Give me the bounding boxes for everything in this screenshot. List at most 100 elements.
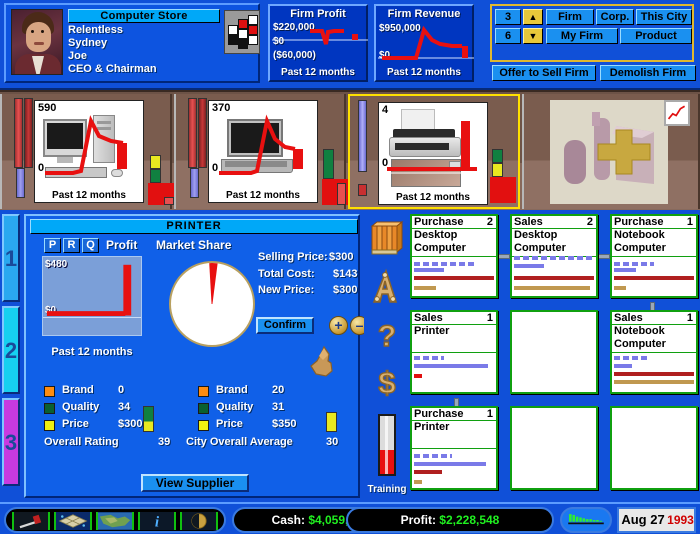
- floor-tab-3[interactable]: 3: [2, 398, 20, 486]
- profit-display: Profit: $2,228,548: [346, 507, 554, 533]
- business-card[interactable]: Purchase 1 Notebook Computer: [610, 214, 698, 298]
- product-detail-panel: PRINTER P R Q Profit $480 $0 Past 12 mon…: [24, 214, 369, 498]
- firm-profit-chart[interactable]: Firm Profit $220,000 $0 ($60,000) Past 1…: [268, 4, 368, 82]
- overall-rating-label-mine: Overall Rating: [44, 436, 119, 448]
- quality-value-city: 31: [272, 401, 285, 413]
- dollar-sign-icon[interactable]: $: [369, 362, 405, 402]
- floor-tab-1[interactable]: 1: [2, 214, 20, 302]
- scope-product-button[interactable]: Product: [620, 28, 692, 44]
- scope-firm-button[interactable]: Firm: [546, 9, 594, 25]
- firm-owner-name: Relentless: [68, 24, 124, 36]
- date-display: Aug 27 1993: [617, 507, 696, 533]
- firm-city: Sydney: [68, 37, 108, 49]
- tab-quantity-view[interactable]: Q: [82, 238, 99, 253]
- quality-value-mine: 34: [118, 401, 131, 413]
- tab-profit-view[interactable]: P: [44, 238, 61, 253]
- price-label-mine: Price: [62, 418, 89, 430]
- card-quantity: 1: [686, 216, 693, 228]
- product-profit-chart[interactable]: $480 $0: [42, 256, 142, 336]
- info-icon[interactable]: i: [138, 512, 176, 530]
- advertising-a-icon[interactable]: [369, 268, 405, 308]
- card-divider: [612, 256, 696, 257]
- card-metric-bar: [414, 462, 486, 466]
- main-content-area: 1 2 3 PRINTER P R Q Profit $480 $0 Past …: [0, 210, 700, 502]
- business-card-empty[interactable]: [610, 406, 698, 490]
- market-share-pie[interactable]: [169, 261, 255, 347]
- business-cards-grid: Purchase 2 Desktop Computer Sales 2 Desktop Com…: [410, 214, 698, 498]
- new-price-value: $300: [333, 284, 358, 296]
- card-product-line1: Notebook: [614, 229, 665, 241]
- card-metric-bar: [614, 262, 654, 266]
- business-card[interactable]: Sales 1 Notebook Computer: [610, 310, 698, 394]
- world-map-icon[interactable]: [96, 512, 134, 530]
- shelf-card-number: 370: [212, 102, 231, 114]
- card-product-line1: Desktop: [414, 229, 458, 241]
- business-card-empty[interactable]: [510, 406, 598, 490]
- price-label-city: Price: [216, 418, 243, 430]
- training-thermometer-icon[interactable]: [378, 414, 396, 476]
- firm-profit-title: Firm Profit: [290, 8, 346, 20]
- card-metric-bar: [614, 356, 648, 360]
- spinner-value-top[interactable]: 3: [495, 9, 521, 25]
- spinner-value-bottom[interactable]: 6: [495, 28, 521, 44]
- shelf-card-printer[interactable]: 4 0 Past 12 months: [378, 102, 488, 205]
- card-divider: [412, 256, 496, 257]
- business-card[interactable]: Sales 2 Desktop Computer: [510, 214, 598, 298]
- price-value-city: $350: [272, 418, 297, 430]
- card-type: Purchase: [414, 408, 464, 420]
- svg-text:?: ?: [378, 320, 396, 353]
- card-metric-bar: [514, 286, 590, 290]
- shelf-slot-desktop-computer[interactable]: 590 0 Past 12 months: [0, 94, 174, 209]
- spinner-up-icon[interactable]: ▲: [523, 9, 543, 25]
- map-grid-icon[interactable]: [54, 512, 92, 530]
- card-metric-bar: [514, 256, 594, 260]
- performance-graph-icon[interactable]: [560, 507, 612, 533]
- bottom-status-bar: i Cash: $4,059,120 Profit: $2,228,548 Au…: [0, 502, 700, 534]
- business-card[interactable]: Purchase 2 Desktop Computer: [410, 214, 498, 298]
- scope-this-city-button[interactable]: This City: [636, 9, 692, 25]
- question-mark-icon[interactable]: ?: [369, 316, 405, 356]
- books-icon[interactable]: [369, 220, 405, 260]
- svg-text:i: i: [155, 513, 160, 530]
- confirm-price-button[interactable]: Confirm: [256, 317, 314, 334]
- card-metric-bar: [614, 364, 632, 368]
- business-card-empty[interactable]: [510, 310, 598, 394]
- scope-corp-button[interactable]: Corp.: [596, 9, 634, 25]
- clock-icon[interactable]: [180, 512, 218, 530]
- panel-title: PRINTER: [30, 219, 358, 234]
- build-hammer-icon[interactable]: [12, 512, 50, 530]
- shelf-slot-goods-display[interactable]: [522, 94, 700, 209]
- shelf-slot-printer-selected[interactable]: 4 0 Past 12 months: [348, 94, 520, 209]
- floor-tab-2[interactable]: 2: [2, 306, 20, 394]
- card-metric-bar: [614, 268, 636, 272]
- card-quantity: 1: [486, 408, 493, 420]
- shelf-slot-notebook-computer[interactable]: 370 0 Past 12 months: [174, 94, 348, 209]
- card-metric-bar: [614, 372, 694, 376]
- card-quantity: 1: [686, 312, 693, 324]
- firm-revenue-chart[interactable]: Firm Revenue $950,000 $0 Past 12 months: [374, 4, 474, 82]
- card-quantity: 1: [486, 312, 493, 324]
- card-metric-bar: [414, 356, 444, 360]
- spinner-down-icon[interactable]: ▼: [523, 28, 543, 44]
- price-increase-button[interactable]: +: [329, 316, 348, 335]
- business-card[interactable]: Purchase 1 Printer: [410, 406, 498, 490]
- date-year: 1993: [667, 509, 694, 531]
- card-metric-bar: [614, 276, 694, 280]
- shelf-card-footer: Past 12 months: [52, 190, 126, 201]
- shelf-card-desktop-computer[interactable]: 590 0 Past 12 months: [34, 100, 144, 203]
- shelf-card-notebook-computer[interactable]: 370 0 Past 12 months: [208, 100, 318, 203]
- firm-revenue-sparkline: [378, 25, 474, 60]
- demolish-firm-button[interactable]: Demolish Firm: [600, 65, 696, 81]
- firm-name-button[interactable]: Computer Store: [68, 9, 220, 23]
- card-metric-bar: [414, 374, 422, 378]
- card-divider: [612, 352, 696, 353]
- card-metric-bar: [514, 276, 594, 280]
- shelf-card-number: 4: [382, 104, 389, 116]
- business-card[interactable]: Sales 1 Printer: [410, 310, 498, 394]
- offer-to-sell-firm-button[interactable]: Offer to Sell Firm: [492, 65, 596, 81]
- svg-text:$: $: [378, 365, 395, 400]
- scope-my-firm-button[interactable]: My Firm: [546, 28, 618, 44]
- view-supplier-button[interactable]: View Supplier: [141, 474, 249, 492]
- tab-revenue-view[interactable]: R: [63, 238, 80, 253]
- card-metric-bar: [414, 454, 452, 458]
